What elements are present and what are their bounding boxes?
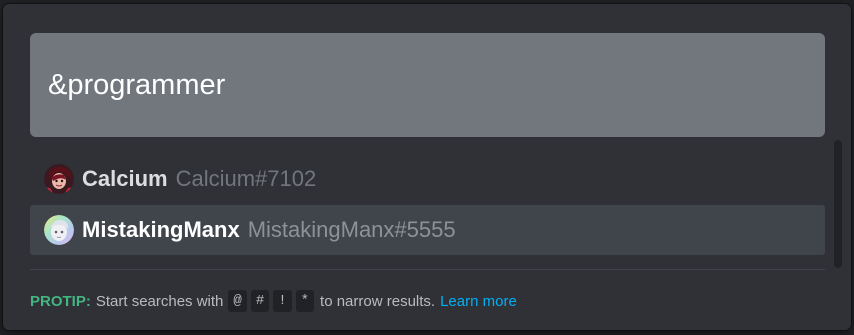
protip-text: Start searches with bbox=[95, 292, 224, 310]
key-star: * bbox=[295, 290, 315, 312]
protip-text: to narrow results. bbox=[320, 292, 436, 310]
learn-more-link[interactable]: Learn more bbox=[440, 293, 517, 310]
quick-switcher-modal: Calcium Calcium#7102 bbox=[3, 4, 851, 330]
result-item-mistakingmanx[interactable]: MistakingManx MistakingManx#5555 bbox=[30, 205, 825, 255]
result-tag: Calcium#7102 bbox=[175, 166, 317, 191]
result-item-calcium[interactable]: Calcium Calcium#7102 bbox=[30, 154, 825, 204]
search-input[interactable] bbox=[48, 65, 825, 105]
results-list: Calcium Calcium#7102 MistakingManx Mista… bbox=[30, 154, 825, 256]
result-tag: MistakingManx#5555 bbox=[247, 217, 456, 242]
results-scrollbar[interactable] bbox=[834, 140, 842, 268]
protip: PROTIP: Start searches with @ # ! * to n… bbox=[30, 287, 517, 315]
result-name: MistakingManx bbox=[82, 217, 240, 242]
protip-label: PROTIP: bbox=[30, 292, 91, 310]
divider bbox=[30, 269, 825, 270]
result-name: Calcium bbox=[82, 166, 168, 191]
key-at: @ bbox=[228, 290, 247, 312]
calcium-avatar-icon bbox=[44, 164, 74, 194]
mistakingmanx-avatar-icon bbox=[44, 215, 74, 245]
key-bang: ! bbox=[273, 290, 292, 312]
search-box[interactable] bbox=[30, 33, 825, 137]
key-hash: # bbox=[250, 290, 270, 312]
